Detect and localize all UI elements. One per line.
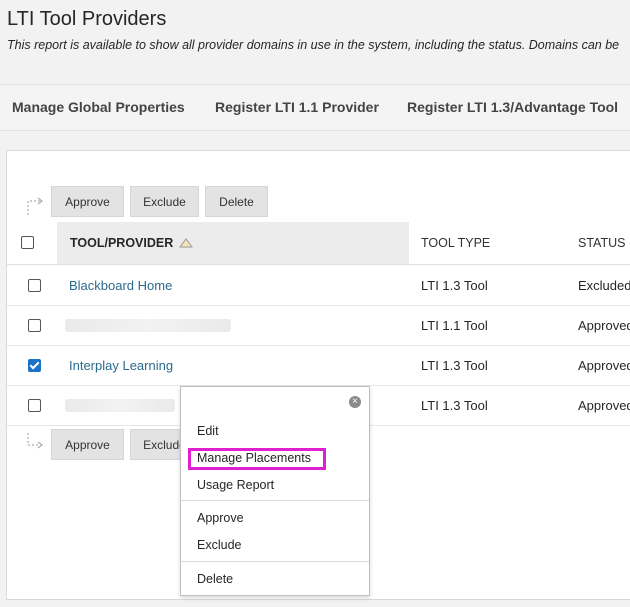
bulk-action-arrow-icon bbox=[27, 197, 43, 215]
tool-type-header: TOOL TYPE bbox=[421, 236, 491, 250]
context-menu: × Edit Manage Placements Usage Report Ap… bbox=[180, 386, 370, 596]
exclude-button-top[interactable]: Exclude bbox=[130, 186, 199, 217]
tool-type-cell: LTI 1.1 Tool bbox=[421, 318, 488, 333]
menu-divider bbox=[181, 500, 369, 501]
approve-button-bottom[interactable]: Approve bbox=[51, 429, 124, 460]
menu-item-delete[interactable]: Delete bbox=[197, 572, 233, 586]
tool-provider-sort-column[interactable]: TOOL/PROVIDER bbox=[57, 222, 409, 264]
table-row: Blackboard Home LTI 1.3 Tool Excluded bbox=[7, 265, 630, 306]
page-description: This report is available to show all pro… bbox=[7, 38, 620, 52]
row-checkbox[interactable] bbox=[28, 399, 41, 412]
status-cell: Approved bbox=[578, 398, 630, 413]
menu-divider bbox=[181, 561, 369, 562]
close-icon[interactable]: × bbox=[349, 396, 361, 408]
table-row: Interplay Learning LTI 1.3 Tool Approved bbox=[7, 345, 630, 386]
tool-name-link[interactable]: Blackboard Home bbox=[69, 278, 172, 293]
status-cell: Excluded bbox=[578, 278, 630, 293]
approve-button-top[interactable]: Approve bbox=[51, 186, 124, 217]
tool-type-cell: LTI 1.3 Tool bbox=[421, 358, 488, 373]
select-all-checkbox[interactable] bbox=[21, 236, 34, 249]
row-checkbox[interactable] bbox=[28, 359, 41, 372]
menu-item-edit[interactable]: Edit bbox=[197, 424, 219, 438]
tool-type-cell: LTI 1.3 Tool bbox=[421, 278, 488, 293]
table-row: LTI 1.1 Tool Approved bbox=[7, 305, 630, 346]
sort-ascending-icon bbox=[179, 238, 193, 248]
bulk-action-arrow-icon bbox=[27, 433, 43, 449]
page-title: LTI Tool Providers bbox=[7, 8, 167, 30]
menu-item-usage-report[interactable]: Usage Report bbox=[197, 478, 274, 492]
tool-name-link[interactable]: Interplay Learning bbox=[69, 358, 173, 373]
register-lti-13-tool-link[interactable]: Register LTI 1.3/Advantage Tool bbox=[407, 99, 618, 115]
status-header: STATUS bbox=[578, 236, 626, 250]
redacted-tool-name bbox=[65, 319, 231, 332]
row-checkbox[interactable] bbox=[28, 319, 41, 332]
redacted-tool-name bbox=[65, 399, 175, 412]
status-cell: Approved bbox=[578, 358, 630, 373]
table-header: TOOL/PROVIDER TOOL TYPE STATUS bbox=[7, 222, 630, 265]
row-checkbox[interactable] bbox=[28, 279, 41, 292]
manage-global-properties-link[interactable]: Manage Global Properties bbox=[12, 99, 185, 115]
menu-item-approve[interactable]: Approve bbox=[197, 511, 244, 525]
register-lti-11-provider-link[interactable]: Register LTI 1.1 Provider bbox=[215, 99, 379, 115]
highlight-box bbox=[188, 448, 326, 470]
tool-provider-header: TOOL/PROVIDER bbox=[70, 236, 174, 250]
menu-item-exclude[interactable]: Exclude bbox=[197, 538, 241, 552]
delete-button-top[interactable]: Delete bbox=[205, 186, 268, 217]
tool-type-cell: LTI 1.3 Tool bbox=[421, 398, 488, 413]
status-cell: Approved bbox=[578, 318, 630, 333]
action-toolbar: Manage Global Properties Register LTI 1.… bbox=[0, 84, 630, 131]
